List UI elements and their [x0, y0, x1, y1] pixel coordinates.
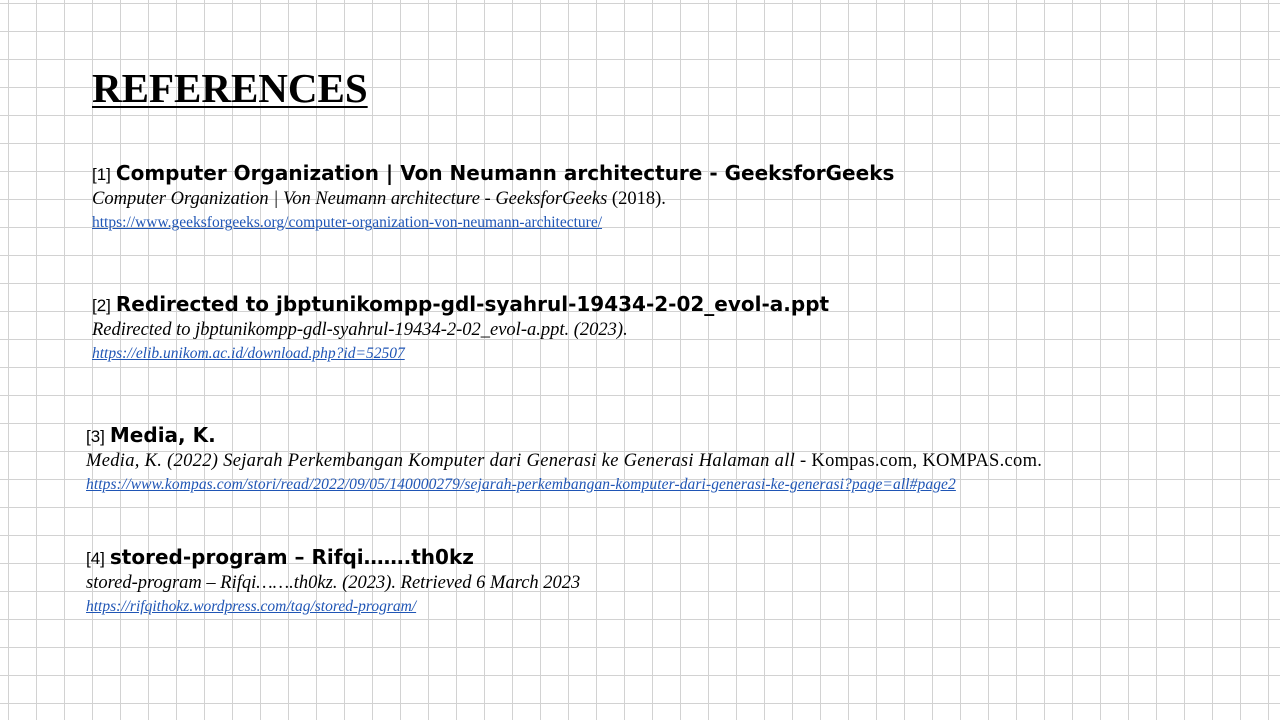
reference-heading: [2] Redirected to jbptunikompp-gdl-syahru…: [92, 290, 829, 318]
citation-text: Computer Organization | Von Neumann arch…: [92, 189, 608, 209]
reference-title: Redirected to jbptunikompp-gdl-syahrul-1…: [115, 292, 830, 316]
reference-title: Computer Organization | Von Neumann arch…: [115, 161, 895, 185]
reference-title: Media, K.: [109, 423, 216, 447]
reference-number: [4]: [86, 549, 105, 568]
citation-year: (2018).: [607, 189, 666, 209]
reference-item: [3] Media, K. Media, K. (2022) Sejarah Pe…: [86, 421, 1042, 496]
reference-item: [2] Redirected to jbptunikompp-gdl-syahru…: [92, 290, 829, 365]
reference-number: [1]: [92, 165, 111, 184]
citation-source: - Kompas.com, KOMPAS.com.: [795, 451, 1043, 471]
reference-heading: [4] stored-program – Rifqi…….th0kz: [86, 543, 580, 571]
reference-number: [3]: [86, 427, 105, 446]
reference-link[interactable]: https://elib.unikom.ac.id/download.php?i…: [92, 343, 405, 365]
citation-text: Media, K. (2022) Sejarah Perkembangan Ko…: [86, 451, 796, 471]
reference-heading: [3] Media, K.: [86, 421, 1042, 449]
reference-number: [2]: [92, 296, 111, 315]
reference-title: stored-program – Rifqi…….th0kz: [109, 545, 474, 569]
reference-citation: Media, K. (2022) Sejarah Perkembangan Ko…: [86, 449, 1042, 474]
reference-heading: [1] Computer Organization | Von Neumann a…: [92, 159, 894, 187]
reference-citation: Computer Organization | Von Neumann arch…: [92, 187, 894, 212]
reference-link[interactable]: https://www.geeksforgeeks.org/computer-o…: [92, 212, 602, 234]
reference-citation: Redirected to jbptunikompp-gdl-syahrul-1…: [92, 320, 628, 340]
reference-citation: stored-program – Rifqi…….th0kz. (2023). …: [86, 573, 581, 593]
reference-link[interactable]: https://www.kompas.com/stori/read/2022/0…: [86, 474, 956, 496]
page-title: REFERENCES: [92, 65, 368, 111]
reference-item: [1] Computer Organization | Von Neumann a…: [92, 159, 894, 234]
reference-link[interactable]: https://rifqithokz.wordpress.com/tag/sto…: [86, 596, 416, 618]
reference-item: [4] stored-program – Rifqi…….th0kz stored…: [86, 543, 580, 618]
